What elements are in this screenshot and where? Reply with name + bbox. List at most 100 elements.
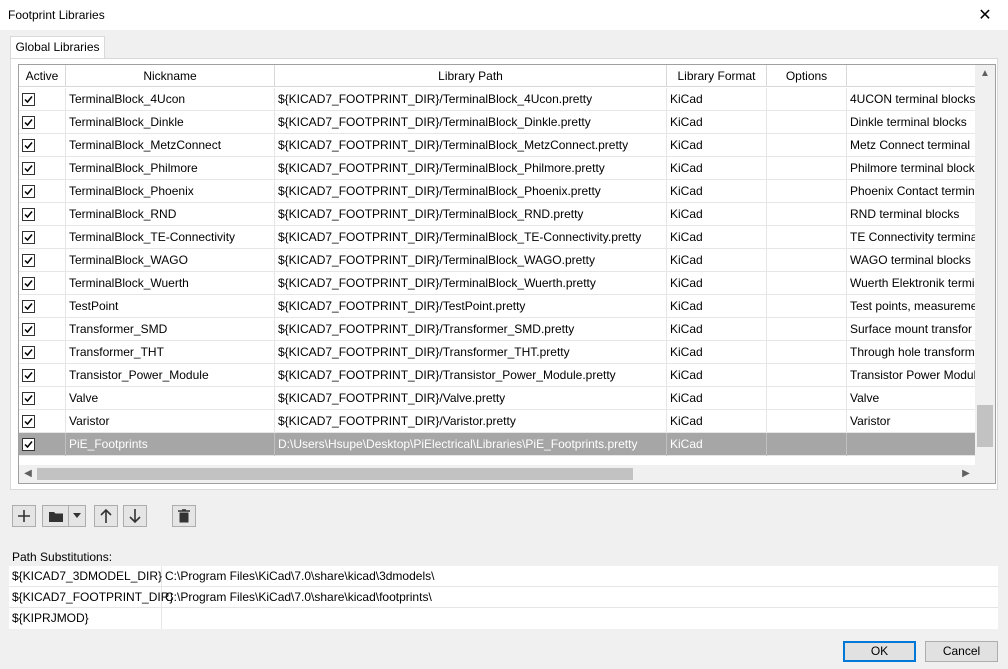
options-cell[interactable] [767, 364, 847, 387]
options-cell[interactable] [767, 341, 847, 364]
format-cell[interactable]: KiCad [667, 134, 767, 157]
nickname-cell[interactable]: Varistor [66, 410, 275, 433]
description-cell[interactable]: Dinkle terminal blocks [847, 111, 975, 134]
table-row[interactable]: TerminalBlock_Wuerth ${KICAD7_FOOTPRINT_D… [19, 272, 975, 295]
table-row[interactable]: TestPoint ${KICAD7_FOOTPRINT_DIR}/TestPoi… [19, 295, 975, 318]
active-checkbox[interactable] [22, 277, 35, 290]
nickname-cell[interactable]: TerminalBlock_4Ucon [66, 88, 275, 111]
table-row[interactable]: TerminalBlock_4Ucon ${KICAD7_FOOTPRINT_DI… [19, 88, 975, 111]
options-cell[interactable] [767, 433, 847, 456]
format-cell[interactable]: KiCad [667, 180, 767, 203]
description-cell[interactable]: Valve [847, 387, 975, 410]
format-cell[interactable]: KiCad [667, 111, 767, 134]
table-row[interactable]: TerminalBlock_RND ${KICAD7_FOOTPRINT_DIR}… [19, 203, 975, 226]
path-cell[interactable]: ${KICAD7_FOOTPRINT_DIR}/Transformer_THT.… [275, 341, 667, 364]
format-cell[interactable]: KiCad [667, 272, 767, 295]
options-cell[interactable] [767, 249, 847, 272]
path-cell[interactable]: ${KICAD7_FOOTPRINT_DIR}/TerminalBlock_TE… [275, 226, 667, 249]
active-checkbox[interactable] [22, 438, 35, 451]
options-cell[interactable] [767, 410, 847, 433]
active-checkbox[interactable] [22, 208, 35, 221]
path-cell[interactable]: ${KICAD7_FOOTPRINT_DIR}/TerminalBlock_WA… [275, 249, 667, 272]
column-header-library-path[interactable]: Library Path [275, 65, 667, 87]
path-cell[interactable]: ${KICAD7_FOOTPRINT_DIR}/TerminalBlock_Wu… [275, 272, 667, 295]
delete-library-button[interactable] [172, 505, 196, 527]
path-cell[interactable]: ${KICAD7_FOOTPRINT_DIR}/TestPoint.pretty [275, 295, 667, 318]
active-checkbox[interactable] [22, 300, 35, 313]
format-cell[interactable]: KiCad [667, 341, 767, 364]
active-checkbox[interactable] [22, 139, 35, 152]
format-cell[interactable]: KiCad [667, 88, 767, 111]
column-header-options[interactable]: Options [767, 65, 847, 87]
nickname-cell[interactable]: TestPoint [66, 295, 275, 318]
table-row[interactable]: Transistor_Power_Module ${KICAD7_FOOTPRIN… [19, 364, 975, 387]
description-cell[interactable]: 4UCON terminal blocks [847, 88, 975, 111]
options-cell[interactable] [767, 387, 847, 410]
close-button[interactable]: ✕ [962, 0, 1008, 30]
description-cell[interactable] [847, 433, 975, 456]
options-cell[interactable] [767, 226, 847, 249]
description-cell[interactable]: WAGO terminal blocks [847, 249, 975, 272]
table-row[interactable]: Varistor ${KICAD7_FOOTPRINT_DIR}/Varistor… [19, 410, 975, 433]
active-checkbox[interactable] [22, 415, 35, 428]
description-cell[interactable]: Surface mount transfor [847, 318, 975, 341]
nickname-cell[interactable]: Transistor_Power_Module [66, 364, 275, 387]
nickname-cell[interactable]: TerminalBlock_Phoenix [66, 180, 275, 203]
path-cell[interactable]: ${KICAD7_FOOTPRINT_DIR}/Transistor_Power… [275, 364, 667, 387]
active-checkbox[interactable] [22, 346, 35, 359]
nickname-cell[interactable]: TerminalBlock_RND [66, 203, 275, 226]
add-library-button[interactable] [12, 505, 36, 527]
description-cell[interactable]: Metz Connect terminal [847, 134, 975, 157]
substitution-value[interactable] [162, 608, 998, 629]
format-cell[interactable]: KiCad [667, 364, 767, 387]
description-cell[interactable]: Test points, measureme [847, 295, 975, 318]
table-row[interactable]: TerminalBlock_WAGO ${KICAD7_FOOTPRINT_DIR… [19, 249, 975, 272]
column-header-active[interactable]: Active [19, 65, 66, 87]
nickname-cell[interactable]: PiE_Footprints [66, 433, 275, 456]
horizontal-scroll-thumb[interactable] [37, 468, 633, 480]
table-row[interactable]: TerminalBlock_Philmore ${KICAD7_FOOTPRINT… [19, 157, 975, 180]
description-cell[interactable]: Transistor Power Modul [847, 364, 975, 387]
description-cell[interactable]: Philmore terminal block [847, 157, 975, 180]
active-checkbox[interactable] [22, 369, 35, 382]
format-cell[interactable]: KiCad [667, 410, 767, 433]
table-row[interactable]: PiE_Footprints D:\Users\Hsupe\Desktop\PiE… [19, 433, 975, 456]
table-row[interactable]: Transformer_SMD ${KICAD7_FOOTPRINT_DIR}/T… [19, 318, 975, 341]
table-row[interactable]: Valve ${KICAD7_FOOTPRINT_DIR}/Valve.prett… [19, 387, 975, 410]
column-header-description[interactable] [847, 65, 975, 87]
description-cell[interactable]: Varistor [847, 410, 975, 433]
path-cell[interactable]: ${KICAD7_FOOTPRINT_DIR}/Valve.pretty [275, 387, 667, 410]
table-row[interactable]: TerminalBlock_TE-Connectivity ${KICAD7_FO… [19, 226, 975, 249]
path-cell[interactable]: ${KICAD7_FOOTPRINT_DIR}/Varistor.pretty [275, 410, 667, 433]
cancel-button[interactable]: Cancel [925, 641, 998, 662]
browse-library-button[interactable] [42, 505, 68, 527]
format-cell[interactable]: KiCad [667, 203, 767, 226]
active-checkbox[interactable] [22, 162, 35, 175]
options-cell[interactable] [767, 88, 847, 111]
active-checkbox[interactable] [22, 116, 35, 129]
path-cell[interactable]: ${KICAD7_FOOTPRINT_DIR}/Transformer_SMD.… [275, 318, 667, 341]
description-cell[interactable]: Wuerth Elektronik termi [847, 272, 975, 295]
table-row[interactable]: TerminalBlock_Phoenix ${KICAD7_FOOTPRINT_… [19, 180, 975, 203]
nickname-cell[interactable]: Valve [66, 387, 275, 410]
horizontal-scrollbar[interactable]: ◀ ▶ [19, 465, 995, 483]
options-cell[interactable] [767, 203, 847, 226]
options-cell[interactable] [767, 111, 847, 134]
nickname-cell[interactable]: TerminalBlock_MetzConnect [66, 134, 275, 157]
substitution-value[interactable]: C:\Program Files\KiCad\7.0\share\kicad\3… [162, 566, 998, 587]
format-cell[interactable]: KiCad [667, 226, 767, 249]
path-cell[interactable]: D:\Users\Hsupe\Desktop\PiElectrical\Libr… [275, 433, 667, 456]
options-cell[interactable] [767, 180, 847, 203]
format-cell[interactable]: KiCad [667, 295, 767, 318]
table-row[interactable]: Transformer_THT ${KICAD7_FOOTPRINT_DIR}/T… [19, 341, 975, 364]
path-cell[interactable]: ${KICAD7_FOOTPRINT_DIR}/TerminalBlock_4U… [275, 88, 667, 111]
active-checkbox[interactable] [22, 185, 35, 198]
ok-button[interactable]: OK [843, 641, 916, 662]
active-checkbox[interactable] [22, 323, 35, 336]
active-checkbox[interactable] [22, 231, 35, 244]
path-cell[interactable]: ${KICAD7_FOOTPRINT_DIR}/TerminalBlock_Ph… [275, 180, 667, 203]
options-cell[interactable] [767, 318, 847, 341]
options-cell[interactable] [767, 272, 847, 295]
tab-global-libraries[interactable]: Global Libraries [10, 36, 105, 60]
column-header-nickname[interactable]: Nickname [66, 65, 275, 87]
